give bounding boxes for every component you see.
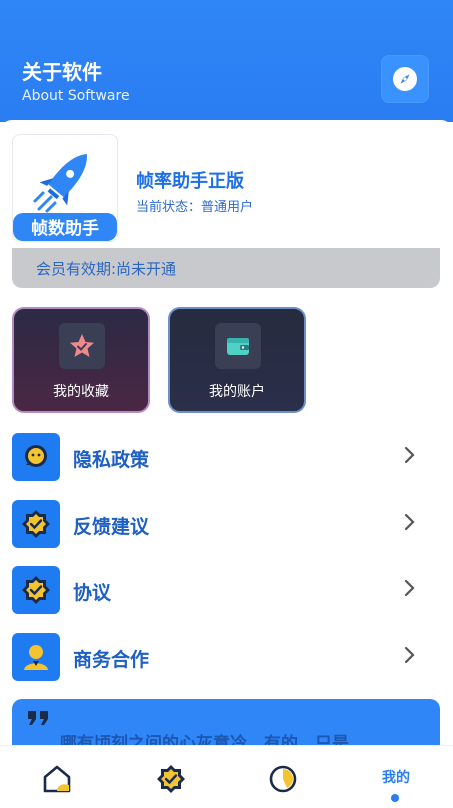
menu-label: 商务合作 bbox=[73, 649, 150, 671]
menu-item-business[interactable]: 商务合作 bbox=[0, 633, 453, 689]
membership-text: 会员有效期:尚未开通 bbox=[36, 259, 177, 278]
chevron-right-icon bbox=[404, 579, 415, 597]
favorites-tile[interactable]: 我的收藏 bbox=[12, 307, 150, 413]
tab-home[interactable] bbox=[27, 754, 87, 804]
menu-item-agreement[interactable]: 协议 bbox=[0, 566, 453, 622]
app-logo-text: 帧数助手 bbox=[31, 218, 99, 239]
tab-mine-label: 我的 bbox=[382, 770, 410, 786]
badge-check-icon bbox=[22, 510, 50, 538]
home-icon bbox=[43, 765, 71, 793]
tab-mine[interactable]: 我的 bbox=[366, 754, 426, 804]
chat-bubble-icon bbox=[25, 445, 47, 467]
app-header: 关于软件 About Software bbox=[0, 0, 453, 122]
menu-label: 隐私政策 bbox=[73, 449, 150, 471]
wallet-icon bbox=[227, 338, 249, 355]
chevron-right-icon bbox=[404, 446, 415, 464]
tab-stats[interactable] bbox=[253, 754, 313, 804]
tab-badge[interactable] bbox=[141, 754, 201, 804]
star-icon bbox=[70, 334, 94, 357]
page-subtitle: About Software bbox=[22, 88, 130, 104]
menu-item-feedback[interactable]: 反馈建议 bbox=[0, 500, 453, 556]
chevron-right-icon bbox=[404, 513, 415, 531]
pie-chart-icon bbox=[269, 765, 297, 793]
page-title: 关于软件 bbox=[22, 60, 102, 84]
bottom-tabbar: 我的 bbox=[0, 745, 453, 808]
badge-check-icon bbox=[157, 765, 185, 793]
favorites-label: 我的收藏 bbox=[53, 384, 109, 400]
compass-button[interactable] bbox=[381, 55, 429, 103]
quote-icon bbox=[28, 711, 48, 725]
menu-item-privacy[interactable]: 隐私政策 bbox=[0, 433, 453, 489]
account-tile[interactable]: 我的账户 bbox=[168, 307, 306, 413]
chevron-right-icon bbox=[404, 646, 415, 664]
badge-check-icon bbox=[22, 576, 50, 604]
active-tab-indicator bbox=[391, 794, 399, 802]
menu-label: 反馈建议 bbox=[73, 516, 150, 538]
app-status: 当前状态：普通用户 bbox=[136, 200, 254, 215]
compass-icon bbox=[393, 67, 417, 91]
app-logo: 帧数助手 bbox=[12, 134, 118, 242]
app-name: 帧率助手正版 bbox=[136, 171, 244, 192]
account-label: 我的账户 bbox=[209, 384, 265, 400]
membership-bar: 会员有效期:尚未开通 bbox=[12, 248, 440, 288]
menu-label: 协议 bbox=[73, 582, 112, 604]
person-icon bbox=[24, 645, 48, 670]
